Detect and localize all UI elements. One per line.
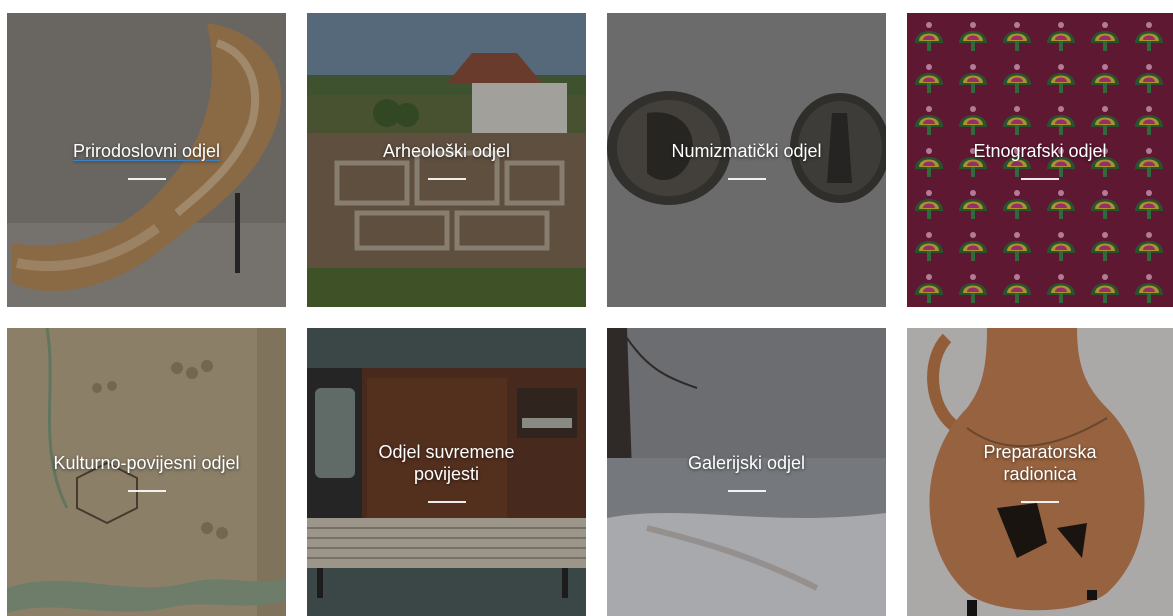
tile-title: Arheološki odjel [382, 141, 511, 161]
title-divider [727, 178, 766, 180]
tile-numizmaticki-odjel[interactable]: Numizmatički odjel [607, 13, 886, 307]
tile-caption: Galerijski odjel [607, 452, 886, 492]
title-divider [427, 178, 466, 180]
tile-prirodoslovni-odjel[interactable]: Prirodoslovni odjel [7, 13, 286, 307]
title-divider [427, 501, 466, 503]
tile-caption: Arheološki odjel [307, 140, 586, 180]
title-divider [127, 490, 166, 492]
tile-odjel-suvremene-povijesti[interactable]: Odjel suvremene povijesti [307, 328, 586, 616]
tile-etnografski-odjel[interactable]: Etnografski odjel [907, 13, 1173, 307]
tile-preparatorska-radionica[interactable]: Preparatorska radionica [907, 328, 1173, 616]
tile-title: Prirodoslovni odjel [72, 141, 221, 161]
tile-title: Numizmatički odjel [671, 141, 822, 161]
title-divider [1021, 501, 1059, 503]
tile-kulturno-povijesni-odjel[interactable]: Kulturno-povijesni odjel [7, 328, 286, 616]
tile-galerijski-odjel[interactable]: Galerijski odjel [607, 328, 886, 616]
tile-title: Kulturno-povijesni odjel [53, 453, 240, 473]
tile-caption: Preparatorska radionica [907, 441, 1173, 503]
title-divider [1021, 178, 1059, 180]
tile-title: Preparatorska radionica [983, 442, 1097, 484]
tile-title: Galerijski odjel [687, 453, 806, 473]
tile-caption: Odjel suvremene povijesti [307, 441, 586, 503]
tile-caption: Kulturno-povijesni odjel [7, 452, 286, 492]
title-divider [727, 490, 766, 492]
title-divider [127, 178, 166, 180]
tile-title: Etnografski odjel [973, 141, 1107, 161]
tile-caption: Numizmatički odjel [607, 140, 886, 180]
tile-caption: Etnografski odjel [907, 140, 1173, 180]
tile-arheoloski-odjel[interactable]: Arheološki odjel [307, 13, 586, 307]
department-grid: Prirodoslovni odjel Arheološki odjel Num… [0, 0, 1173, 616]
tile-title: Odjel suvremene povijesti [378, 442, 515, 484]
tile-caption: Prirodoslovni odjel [7, 140, 286, 180]
